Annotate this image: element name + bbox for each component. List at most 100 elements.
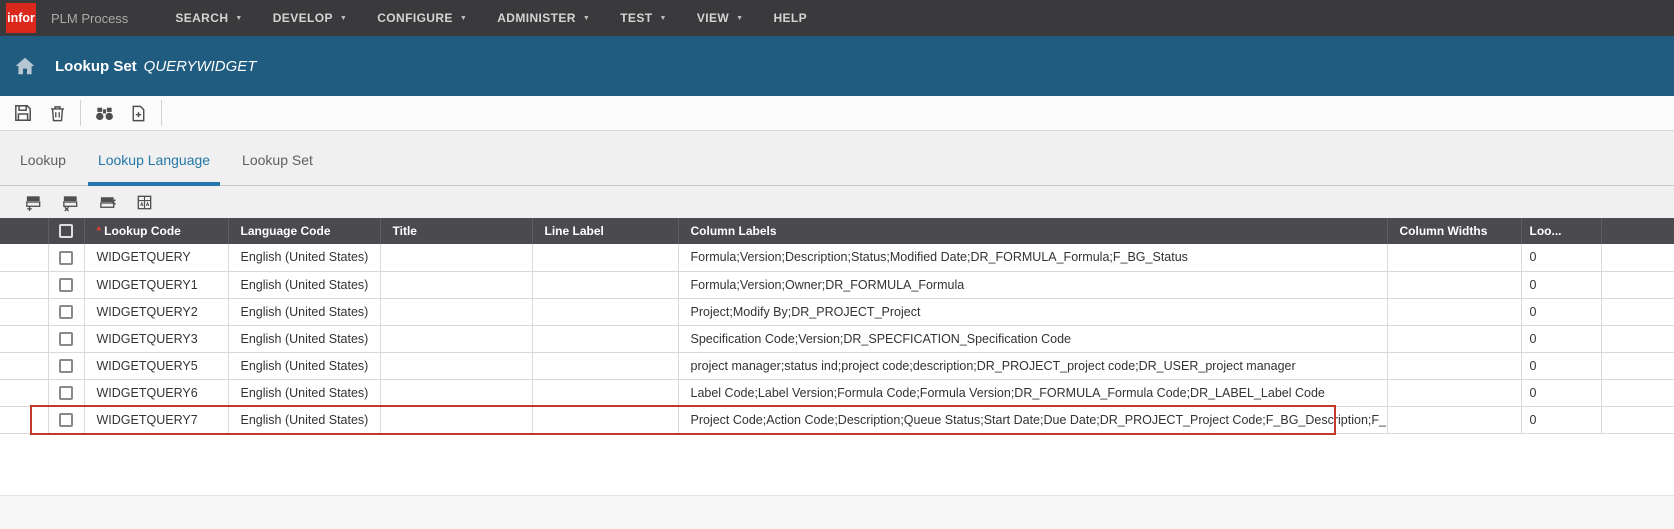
cell-lookup-code[interactable]: WIDGETQUERY [84, 244, 228, 271]
tab-lookup[interactable]: Lookup [10, 152, 76, 185]
row-number-cell [0, 352, 48, 379]
cell-language-code[interactable]: English (United States) [228, 325, 380, 352]
cell-language-code[interactable]: English (United States) [228, 406, 380, 433]
cell-lookup-code[interactable]: WIDGETQUERY2 [84, 298, 228, 325]
cell-title[interactable] [380, 352, 532, 379]
menu-item-view[interactable]: VIEW ▼ [682, 0, 759, 36]
chevron-down-icon: ▼ [659, 15, 666, 22]
cell-language-code[interactable]: English (United States) [228, 271, 380, 298]
table-row[interactable]: WIDGETQUERY1 English (United States) For… [0, 271, 1674, 298]
cell-column-widths[interactable] [1387, 379, 1521, 406]
cell-language-code[interactable]: English (United States) [228, 244, 380, 271]
cell-line-label[interactable] [532, 379, 678, 406]
table-row[interactable]: WIDGETQUERY3 English (United States) Spe… [0, 325, 1674, 352]
cell-loo[interactable]: 0 [1521, 406, 1601, 433]
row-select-cell [48, 271, 84, 298]
menu-item-develop[interactable]: DEVELOP ▼ [258, 0, 363, 36]
new-document-button[interactable] [121, 99, 155, 127]
cell-loo[interactable]: 0 [1521, 271, 1601, 298]
delete-button[interactable] [40, 99, 74, 127]
cell-line-label[interactable] [532, 325, 678, 352]
cell-loo[interactable]: 0 [1521, 352, 1601, 379]
row-checkbox[interactable] [59, 305, 73, 319]
column-header-lookup-code[interactable]: *Lookup Code [84, 218, 228, 244]
cell-overflow [1601, 325, 1674, 352]
select-all-checkbox[interactable] [59, 224, 73, 238]
menu-item-configure[interactable]: CONFIGURE ▼ [362, 0, 482, 36]
tab-lookup-set[interactable]: Lookup Set [232, 152, 323, 185]
cell-lookup-code[interactable]: WIDGETQUERY6 [84, 379, 228, 406]
row-checkbox[interactable] [59, 278, 73, 292]
cell-loo[interactable]: 0 [1521, 325, 1601, 352]
table-row[interactable]: WIDGETQUERY5 English (United States) pro… [0, 352, 1674, 379]
table-row[interactable]: WIDGETQUERY6 English (United States) Lab… [0, 379, 1674, 406]
row-checkbox[interactable] [59, 332, 73, 346]
column-header-language-code[interactable]: Language Code [228, 218, 380, 244]
cell-loo[interactable]: 0 [1521, 298, 1601, 325]
cell-line-label[interactable] [532, 244, 678, 271]
page-footer-area [0, 496, 1674, 529]
cell-column-labels[interactable]: Project;Modify By;DR_PROJECT_Project [678, 298, 1387, 325]
cell-lookup-code[interactable]: WIDGETQUERY3 [84, 325, 228, 352]
cell-column-widths[interactable] [1387, 406, 1521, 433]
toolbar-separator [161, 100, 162, 126]
menu-item-administer[interactable]: ADMINISTER ▼ [482, 0, 605, 36]
cell-title[interactable] [380, 298, 532, 325]
column-header-column-widths[interactable]: Column Widths [1387, 218, 1521, 244]
column-header-column-labels[interactable]: Column Labels [678, 218, 1387, 244]
table-row[interactable]: WIDGETQUERY7 English (United States) Pro… [0, 406, 1674, 433]
tab-lookup-language[interactable]: Lookup Language [88, 152, 220, 185]
row-checkbox[interactable] [59, 251, 73, 265]
cell-title[interactable] [380, 325, 532, 352]
cell-title[interactable] [380, 406, 532, 433]
cell-column-widths[interactable] [1387, 325, 1521, 352]
cell-line-label[interactable] [532, 352, 678, 379]
table-row[interactable]: WIDGETQUERY English (United States) Form… [0, 244, 1674, 271]
cell-title[interactable] [380, 271, 532, 298]
cell-column-labels[interactable]: project manager;status ind;project code;… [678, 352, 1387, 379]
cell-column-widths[interactable] [1387, 298, 1521, 325]
cell-loo[interactable]: 0 [1521, 244, 1601, 271]
cell-lookup-code[interactable]: WIDGETQUERY5 [84, 352, 228, 379]
row-number-cell [0, 271, 48, 298]
cell-line-label[interactable] [532, 298, 678, 325]
row-checkbox[interactable] [59, 413, 73, 427]
row-checkbox[interactable] [59, 386, 73, 400]
save-button[interactable] [6, 99, 40, 127]
cell-column-widths[interactable] [1387, 244, 1521, 271]
chevron-down-icon: ▼ [460, 15, 467, 22]
column-header-title[interactable]: Title [380, 218, 532, 244]
menu-item-help[interactable]: HELP [758, 0, 822, 36]
translate-button[interactable] [133, 191, 155, 213]
add-row-button[interactable] [22, 191, 44, 213]
home-button[interactable] [14, 55, 36, 77]
cell-column-widths[interactable] [1387, 352, 1521, 379]
row-checkbox[interactable] [59, 359, 73, 373]
menu-item-search[interactable]: SEARCH ▼ [160, 0, 257, 36]
cell-lookup-code[interactable]: WIDGETQUERY1 [84, 271, 228, 298]
cell-line-label[interactable] [532, 271, 678, 298]
table-row[interactable]: WIDGETQUERY2 English (United States) Pro… [0, 298, 1674, 325]
cell-language-code[interactable]: English (United States) [228, 352, 380, 379]
cell-column-labels[interactable]: Formula;Version;Owner;DR_FORMULA_Formula [678, 271, 1387, 298]
cell-column-labels[interactable]: Label Code;Label Version;Formula Code;Fo… [678, 379, 1387, 406]
menu-item-test[interactable]: TEST ▼ [605, 0, 682, 36]
delete-row-button[interactable] [59, 191, 81, 213]
infor-logo[interactable]: infor [6, 3, 36, 33]
cell-language-code[interactable]: English (United States) [228, 298, 380, 325]
row-select-cell [48, 244, 84, 271]
cell-language-code[interactable]: English (United States) [228, 379, 380, 406]
column-header-line-label[interactable]: Line Label [532, 218, 678, 244]
find-button[interactable] [87, 99, 121, 127]
cell-lookup-code[interactable]: WIDGETQUERY7 [84, 406, 228, 433]
cell-column-labels[interactable]: Project Code;Action Code;Description;Que… [678, 406, 1387, 433]
cell-title[interactable] [380, 379, 532, 406]
cell-title[interactable] [380, 244, 532, 271]
cell-column-labels[interactable]: Specification Code;Version;DR_SPECFICATI… [678, 325, 1387, 352]
copy-row-button[interactable] [96, 191, 118, 213]
cell-column-labels[interactable]: Formula;Version;Description;Status;Modif… [678, 244, 1387, 271]
cell-line-label[interactable] [532, 406, 678, 433]
column-header-loo[interactable]: Loo... [1521, 218, 1601, 244]
cell-column-widths[interactable] [1387, 271, 1521, 298]
cell-loo[interactable]: 0 [1521, 379, 1601, 406]
